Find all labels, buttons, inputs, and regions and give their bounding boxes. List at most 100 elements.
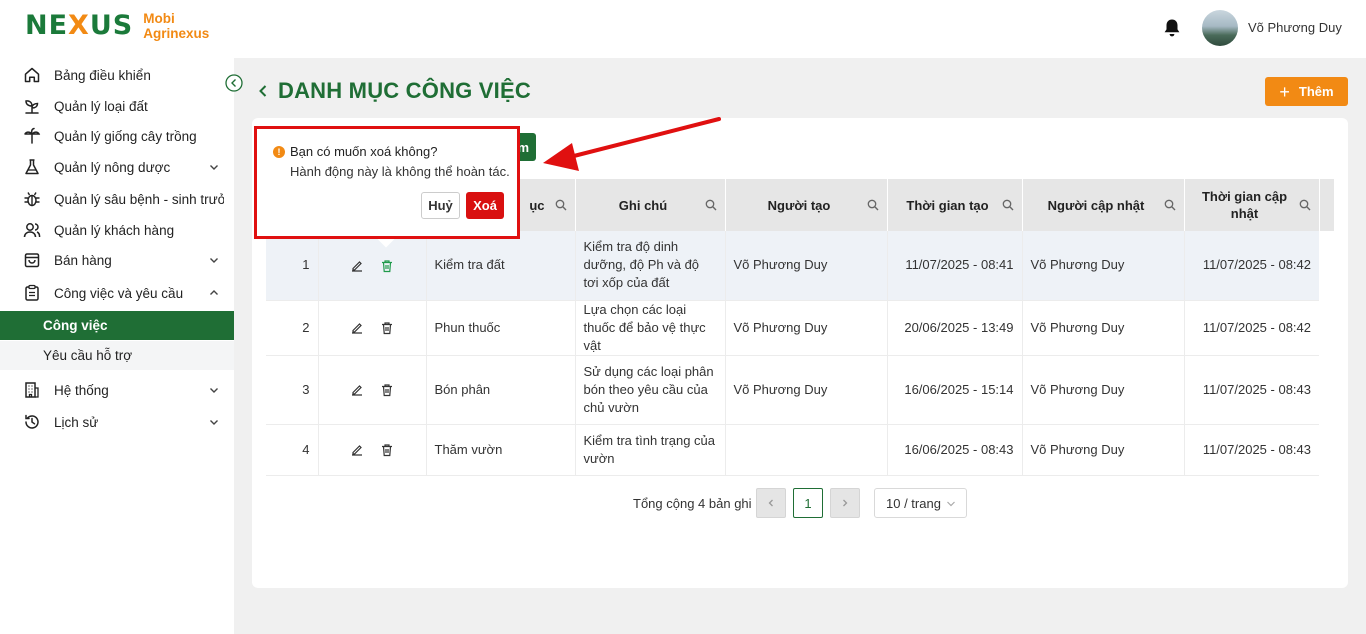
search-icon[interactable] (705, 199, 717, 211)
cell-actions (318, 300, 427, 356)
plus-icon: + (1279, 81, 1290, 102)
sidebar-item-system[interactable]: Hệ thống (0, 375, 234, 405)
sidebar-item-label: Quản lý sâu bệnh - sinh trưởng (54, 191, 224, 207)
users-icon (23, 223, 41, 238)
history-icon (25, 414, 39, 429)
sidebar-subitem-label: Yêu cầu hỗ trợ (43, 348, 133, 363)
cell-updated-at: 11/07/2025 - 08:42 (1184, 231, 1319, 301)
popconfirm-description: Hành động này là không thể hoàn tác. (290, 164, 510, 179)
cell-updater: Võ Phương Duy (1022, 424, 1185, 476)
col-header-created-at[interactable]: Thời gian tạo (887, 179, 1023, 231)
sidebar-item-sales[interactable]: Bán hàng (0, 245, 234, 275)
delete-icon[interactable] (380, 383, 394, 397)
cancel-button[interactable]: Huỷ (421, 192, 460, 219)
col-header-updated-at[interactable]: Thời gian cập nhật (1184, 179, 1320, 231)
table-row[interactable]: 1 Kiểm tra đất Kiểm tra độ dinh dưỡng, đ… (266, 231, 1334, 301)
add-button[interactable]: + Thêm (1265, 77, 1348, 106)
cell-actions (318, 231, 427, 301)
logo-line-1: Mobi (143, 10, 175, 26)
table-row[interactable]: 2 Phun thuốc Lựa chọn các loại thuốc để … (266, 300, 1334, 356)
cell-stt: 3 (266, 355, 319, 425)
back-chevron-icon[interactable] (256, 83, 270, 99)
cell-creator: Võ Phương Duy (725, 231, 888, 301)
sidebar-item-pests[interactable]: Quản lý sâu bệnh - sinh trưởng (0, 184, 234, 214)
col-header-note[interactable]: Ghi chú (575, 179, 726, 231)
avatar[interactable] (1202, 10, 1238, 46)
pagination-total: Tổng cộng 4 bản ghi (633, 495, 752, 511)
cell-note: Kiểm tra tình trạng của vườn (575, 424, 726, 476)
search-icon[interactable] (1002, 199, 1014, 211)
edit-icon[interactable] (350, 259, 364, 273)
cell-created-at: 11/07/2025 - 08:41 (887, 231, 1023, 301)
sidebar-item-customers[interactable]: Quản lý khách hàng (0, 215, 234, 245)
edit-icon[interactable] (350, 443, 364, 457)
sidebar-subitem-tasks[interactable]: Công việc (0, 311, 234, 340)
cell-spacer (1319, 231, 1334, 300)
search-icon[interactable] (1299, 199, 1311, 211)
page-title: DANH MỤC CÔNG VIỆC (278, 78, 531, 103)
sidebar-subitem-support-requests[interactable]: Yêu cầu hỗ trợ (0, 341, 234, 370)
cell-spacer (1319, 300, 1334, 355)
sidebar-item-label: Lịch sử (54, 414, 99, 430)
sidebar-item-history[interactable]: Lịch sử (0, 407, 234, 437)
cell-stt: 2 (266, 300, 319, 356)
cell-created-at: 16/06/2025 - 08:43 (887, 424, 1023, 476)
cell-note: Sử dụng các loại phân bón theo yêu cầu c… (575, 355, 726, 425)
table-row[interactable]: 4 Thăm vườn Kiểm tra tình trạng của vườn… (266, 424, 1334, 476)
chevron-down-icon (210, 165, 218, 170)
user-name[interactable]: Võ Phương Duy (1248, 20, 1342, 35)
cell-updated-at: 11/07/2025 - 08:43 (1184, 424, 1319, 476)
cell-creator (725, 424, 888, 476)
page-size-value: 10 / trang (886, 495, 941, 511)
page-button-current[interactable]: 1 (793, 488, 823, 518)
table-row[interactable]: 3 Bón phân Sử dụng các loại phân bón the… (266, 355, 1334, 425)
cell-updated-at: 11/07/2025 - 08:42 (1184, 300, 1319, 356)
building-icon (25, 382, 39, 398)
logo-text: Mobi Agrinexus (143, 11, 209, 41)
confirm-delete-button[interactable]: Xoá (466, 192, 504, 219)
sidebar-item-label: Quản lý khách hàng (54, 222, 175, 238)
col-header-updater[interactable]: Người cập nhật (1022, 179, 1185, 231)
next-page-button[interactable] (830, 488, 860, 518)
sidebar-item-soil[interactable]: Quản lý loại đất (0, 91, 234, 121)
sidebar-item-label: Công việc và yêu cầu (54, 285, 184, 301)
search-icon[interactable] (867, 199, 879, 211)
bell-icon[interactable] (1163, 18, 1181, 38)
top-header: NEXUS Mobi Agrinexus Võ Phương Duy (0, 0, 1366, 58)
cell-updater: Võ Phương Duy (1022, 355, 1185, 425)
delete-icon[interactable] (380, 259, 394, 273)
edit-icon[interactable] (350, 321, 364, 335)
delete-icon[interactable] (380, 321, 394, 335)
cell-created-at: 20/06/2025 - 13:49 (887, 300, 1023, 356)
cell-note: Lựa chọn các loại thuốc để bảo vệ thực v… (575, 300, 726, 356)
cell-updated-at: 11/07/2025 - 08:43 (1184, 355, 1319, 425)
chevron-down-icon (210, 420, 218, 425)
chevron-right-icon (843, 499, 848, 507)
popconfirm-title: Bạn có muốn xoá không? (290, 144, 438, 159)
sidebar-item-dashboard[interactable]: Bảng điều khiển (0, 60, 234, 90)
search-icon[interactable] (555, 199, 567, 211)
cell-creator: Võ Phương Duy (725, 355, 888, 425)
delete-popconfirm: ! Bạn có muốn xoá không? Hành động này l… (254, 126, 520, 239)
cell-actions (318, 424, 427, 476)
edit-icon[interactable] (350, 383, 364, 397)
page-size-select[interactable]: 10 / trang (874, 488, 967, 518)
cell-updater: Võ Phương Duy (1022, 231, 1185, 301)
sidebar-item-label: Quản lý giống cây trồng (54, 128, 197, 144)
cell-name: Bón phân (426, 355, 576, 425)
cell-creator: Võ Phương Duy (725, 300, 888, 356)
delete-icon[interactable] (380, 443, 394, 457)
sidebar-item-pesticides[interactable]: Quản lý nông dược (0, 152, 234, 182)
sidebar-collapse-icon[interactable] (225, 74, 243, 92)
cell-name: Thăm vườn (426, 424, 576, 476)
prev-page-button[interactable] (756, 488, 786, 518)
bag-icon (24, 253, 40, 268)
sidebar-item-plant-varieties[interactable]: Quản lý giống cây trồng (0, 121, 234, 151)
app-logo[interactable]: NEXUS Mobi Agrinexus (25, 10, 209, 41)
sidebar-item-tasks-requests[interactable]: Công việc và yêu cầu (0, 278, 234, 308)
search-icon[interactable] (1164, 199, 1176, 211)
logo-mark: NEXUS (25, 10, 134, 41)
col-header-creator[interactable]: Người tạo (725, 179, 888, 231)
clipboard-icon (25, 284, 39, 301)
cell-name: Phun thuốc (426, 300, 576, 356)
